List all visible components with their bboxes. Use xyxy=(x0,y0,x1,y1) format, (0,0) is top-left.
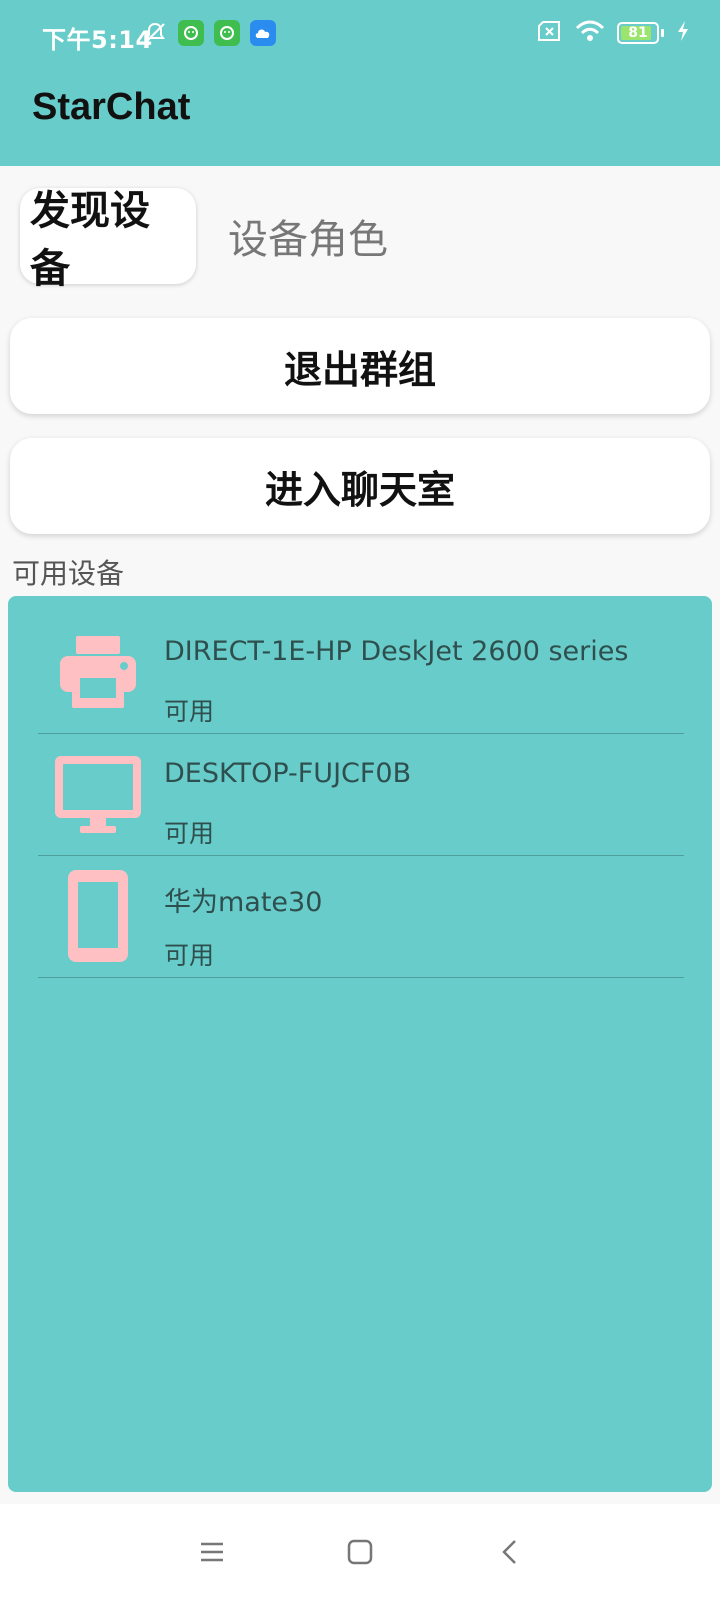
status-bar: 下午5:14 81 xyxy=(0,0,720,70)
tab-device-role[interactable]: 设备角色 xyxy=(218,188,398,284)
phone-icon xyxy=(52,870,144,962)
system-nav-bar xyxy=(0,1504,720,1600)
tab-bar: 发现设备 设备角色 xyxy=(20,188,398,292)
app-bar: 下午5:14 81 StarChat xyxy=(0,0,720,166)
status-system-icons: 81 xyxy=(537,20,690,46)
device-list-item[interactable]: 华为mate30 可用 xyxy=(38,856,684,978)
wifi-icon xyxy=(575,20,605,46)
app-title: StarChat xyxy=(32,86,191,128)
available-devices-label: 可用设备 xyxy=(12,557,125,590)
printer-icon xyxy=(52,632,144,712)
home-icon[interactable] xyxy=(338,1530,382,1574)
sim-none-icon xyxy=(537,20,563,46)
status-notification-icons xyxy=(142,20,276,46)
mute-bell-icon xyxy=(142,20,168,46)
device-status: 可用 xyxy=(164,697,215,726)
tab-discover-devices[interactable]: 发现设备 xyxy=(20,188,196,292)
device-name: 华为mate30 xyxy=(164,887,323,918)
back-icon[interactable] xyxy=(488,1530,532,1574)
battery-level: 81 xyxy=(628,25,648,41)
enter-chat-room-button[interactable]: 进入聊天室 xyxy=(10,438,710,534)
green-app-icon xyxy=(214,20,240,46)
device-name: DESKTOP-FUJCF0B xyxy=(164,758,412,789)
device-list-item[interactable]: DIRECT-1E-HP DeskJet 2600 series 可用 xyxy=(38,612,684,734)
exit-group-button[interactable]: 退出群组 xyxy=(10,318,710,414)
device-list-item[interactable]: DESKTOP-FUJCF0B 可用 xyxy=(38,734,684,856)
device-list: DIRECT-1E-HP DeskJet 2600 series 可用 DESK… xyxy=(8,596,712,1492)
status-time: 下午5:14 xyxy=(42,26,153,54)
device-status: 可用 xyxy=(164,941,215,970)
green-app-icon xyxy=(178,20,204,46)
menu-icon[interactable] xyxy=(190,1530,234,1574)
charging-icon xyxy=(676,20,690,46)
monitor-icon xyxy=(52,754,144,834)
battery-icon: 81 xyxy=(617,22,659,44)
cloud-icon xyxy=(250,20,276,46)
device-name: DIRECT-1E-HP DeskJet 2600 series xyxy=(164,636,629,667)
device-status: 可用 xyxy=(164,819,215,848)
